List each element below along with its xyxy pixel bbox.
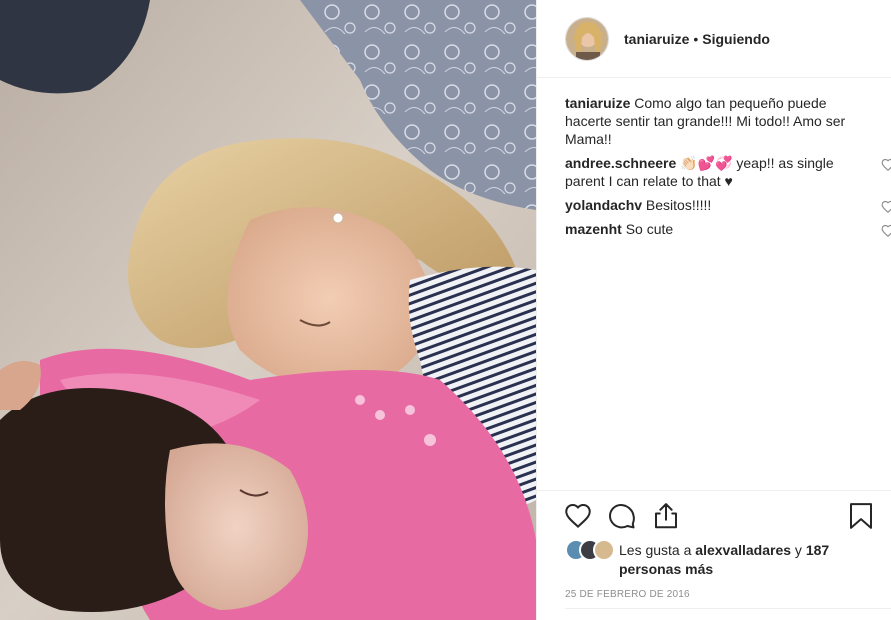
bookmark-icon[interactable] [846, 501, 876, 531]
comment-text: Besitos!!!!! [645, 197, 712, 213]
liker-avatars [565, 539, 619, 563]
comment-username[interactable]: andree.schneere [565, 155, 676, 171]
comments-list: taniaruize Como algo tan pequeño puede h… [565, 94, 891, 244]
likes-summary: Les gusta a alexvalladares y 187 persona… [565, 539, 869, 579]
liker-avatar[interactable] [593, 539, 615, 561]
instagram-post: taniaruize • Siguiendo taniaruize Como alg… [0, 0, 891, 620]
comment-item: yolandachv Besitos!!!!! [565, 196, 891, 214]
comment-emoji: 👏🏻💕💞 [680, 155, 733, 171]
comment-icon[interactable] [607, 501, 637, 531]
post-sidebar: taniaruize • Siguiendo taniaruize Como alg… [536, 0, 891, 620]
post-actions: Les gusta a alexvalladares y 187 persona… [537, 490, 891, 620]
heart-icon[interactable] [563, 501, 593, 531]
photo-mother-and-child-sleeping [0, 0, 536, 620]
likes-text: Les gusta a alexvalladares y 187 persona… [619, 541, 869, 579]
post-photo[interactable] [0, 0, 536, 620]
comment-text: So cute [625, 221, 674, 237]
post-header: taniaruize • Siguiendo [537, 0, 891, 78]
follow-button[interactable]: Siguiendo [702, 31, 770, 47]
header-text: taniaruize • Siguiendo [624, 31, 770, 47]
post-date[interactable]: 25 DE FEBRERO DE 2016 [565, 589, 690, 600]
likes-prefix: Les gusta a [619, 542, 696, 558]
likes-liker-link[interactable]: alexvalladares [695, 542, 791, 558]
divider [565, 608, 891, 609]
comment-item: andree.schneere 👏🏻💕💞 yeap!! as single pa… [565, 154, 891, 190]
header-separator: • [693, 30, 699, 47]
likes-middle: y [791, 542, 806, 558]
share-icon[interactable] [651, 501, 681, 531]
author-username[interactable]: taniaruize [624, 31, 689, 47]
comment-username[interactable]: yolandachv [565, 197, 642, 213]
author-avatar[interactable] [565, 16, 609, 61]
comment-like-heart-icon[interactable] [881, 158, 891, 172]
comment-like-heart-icon[interactable] [881, 224, 891, 238]
caption: taniaruize Como algo tan pequeño puede h… [565, 94, 865, 148]
comment-like-heart-icon[interactable] [881, 200, 891, 214]
comment-username[interactable]: mazenht [565, 221, 622, 237]
comment-item: mazenht So cute [565, 220, 891, 238]
author-avatar-image [566, 17, 608, 60]
caption-username[interactable]: taniaruize [565, 95, 630, 111]
